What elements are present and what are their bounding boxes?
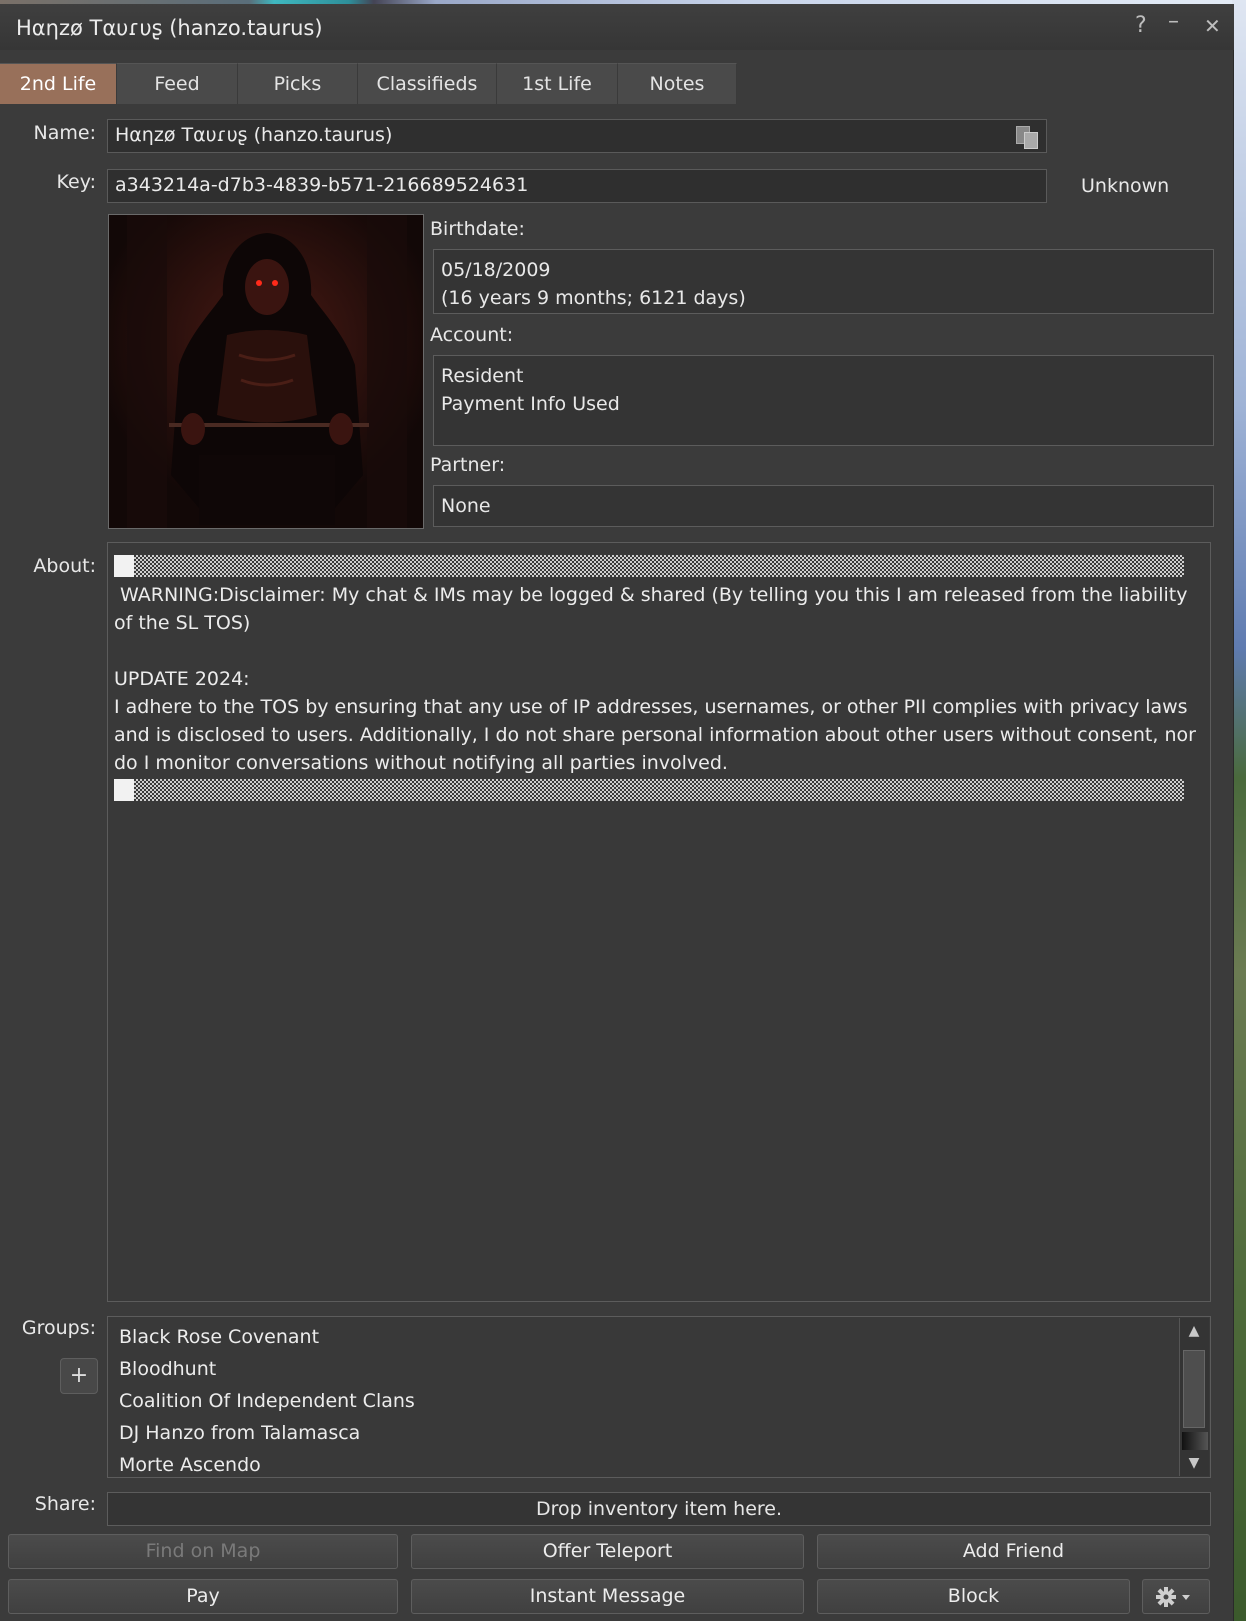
key-label: Key: [56, 171, 96, 193]
tab-picks[interactable]: Picks [238, 63, 358, 104]
birthdate-date: 05/18/2009 [441, 259, 551, 281]
gear-icon [1156, 1586, 1190, 1607]
copy-icon[interactable] [1014, 124, 1040, 150]
window-title: Hαηzø Tαυɾυʂ (hanzo.taurus) [16, 16, 323, 40]
groups-scrollbar[interactable]: ▲ ▼ [1179, 1318, 1209, 1476]
tab-notes[interactable]: Notes [618, 63, 737, 104]
add-friend-button[interactable]: Add Friend [817, 1534, 1210, 1569]
group-item[interactable]: Morte Ascendo [119, 1449, 1199, 1481]
share-drop-target[interactable]: Drop inventory item here. [107, 1492, 1211, 1526]
offer-teleport-button[interactable]: Offer Teleport [411, 1534, 804, 1569]
group-item[interactable]: Black Rose Covenant [119, 1321, 1199, 1353]
group-item[interactable]: Coalition Of Independent Clans [119, 1385, 1199, 1417]
profile-window: Hαηzø Tαυɾυʂ (hanzo.taurus) ? – ✕ 2nd Li… [0, 4, 1234, 1621]
online-status: Unknown [1081, 175, 1170, 197]
partner-value: None [441, 495, 491, 517]
tab-1st-life[interactable]: 1st Life [497, 63, 618, 104]
birthdate-label: Birthdate: [430, 218, 525, 240]
groups-label: Groups: [21, 1317, 96, 1339]
find-on-map-button[interactable]: Find on Map [8, 1534, 398, 1569]
background-strip-right [1232, 0, 1246, 1621]
account-box: Resident Payment Info Used [433, 355, 1214, 446]
add-group-button[interactable]: + [60, 1358, 98, 1394]
tab-feed[interactable]: Feed [117, 63, 238, 104]
account-type: Resident [441, 365, 524, 387]
about-label: About: [33, 555, 96, 577]
name-label: Name: [33, 122, 96, 144]
title-bar[interactable]: Hαηzø Tαυɾυʂ (hanzo.taurus) ? – ✕ [0, 4, 1234, 50]
account-payment: Payment Info Used [441, 393, 620, 415]
partner-label: Partner: [430, 454, 506, 476]
instant-message-button[interactable]: Instant Message [411, 1579, 804, 1614]
tab-bar: 2nd Life Feed Picks Classifieds 1st Life… [0, 63, 737, 104]
birthdate-box: 05/18/2009 (16 years 9 months; 6121 days… [433, 249, 1214, 314]
key-value: a343214a-d7b3-4839-b571-216689524631 [115, 174, 529, 196]
scroll-down-icon[interactable]: ▼ [1180, 1452, 1208, 1474]
scroll-thumb[interactable] [1183, 1350, 1205, 1428]
name-field[interactable]: Hαηzø Tαυɾυʂ (hanzo.taurus) [107, 119, 1047, 153]
block-button[interactable]: Block [817, 1579, 1130, 1614]
pay-button[interactable]: Pay [8, 1579, 398, 1614]
share-label: Share: [34, 1493, 96, 1515]
scroll-track-marker [1182, 1432, 1208, 1450]
minimize-icon[interactable]: – [1168, 10, 1179, 34]
close-icon[interactable]: ✕ [1204, 14, 1221, 38]
account-label: Account: [430, 324, 514, 346]
groups-list: Black Rose Covenant Bloodhunt Coalition … [107, 1316, 1211, 1478]
scroll-up-icon[interactable]: ▲ [1180, 1320, 1208, 1342]
about-text: WARNING:Disclaimer: My chat & IMs may be… [114, 584, 1196, 774]
help-icon[interactable]: ? [1135, 14, 1147, 38]
about-divider-bottom [114, 779, 1184, 801]
gear-menu-button[interactable] [1142, 1579, 1210, 1614]
key-field[interactable]: a343214a-d7b3-4839-b571-216689524631 [107, 169, 1047, 203]
birthdate-age: (16 years 9 months; 6121 days) [441, 287, 746, 309]
tab-2nd-life[interactable]: 2nd Life [0, 63, 117, 104]
group-item[interactable]: Bloodhunt [119, 1353, 1199, 1385]
about-text-area[interactable]: WARNING:Disclaimer: My chat & IMs may be… [107, 542, 1211, 1302]
tab-classifieds[interactable]: Classifieds [358, 63, 497, 104]
partner-box: None [433, 485, 1214, 527]
about-divider-top [114, 555, 1184, 577]
profile-image[interactable] [108, 214, 424, 529]
group-item[interactable]: DJ Hanzo from Talamasca [119, 1417, 1199, 1449]
name-value: Hαηzø Tαυɾυʂ (hanzo.taurus) [115, 124, 393, 146]
